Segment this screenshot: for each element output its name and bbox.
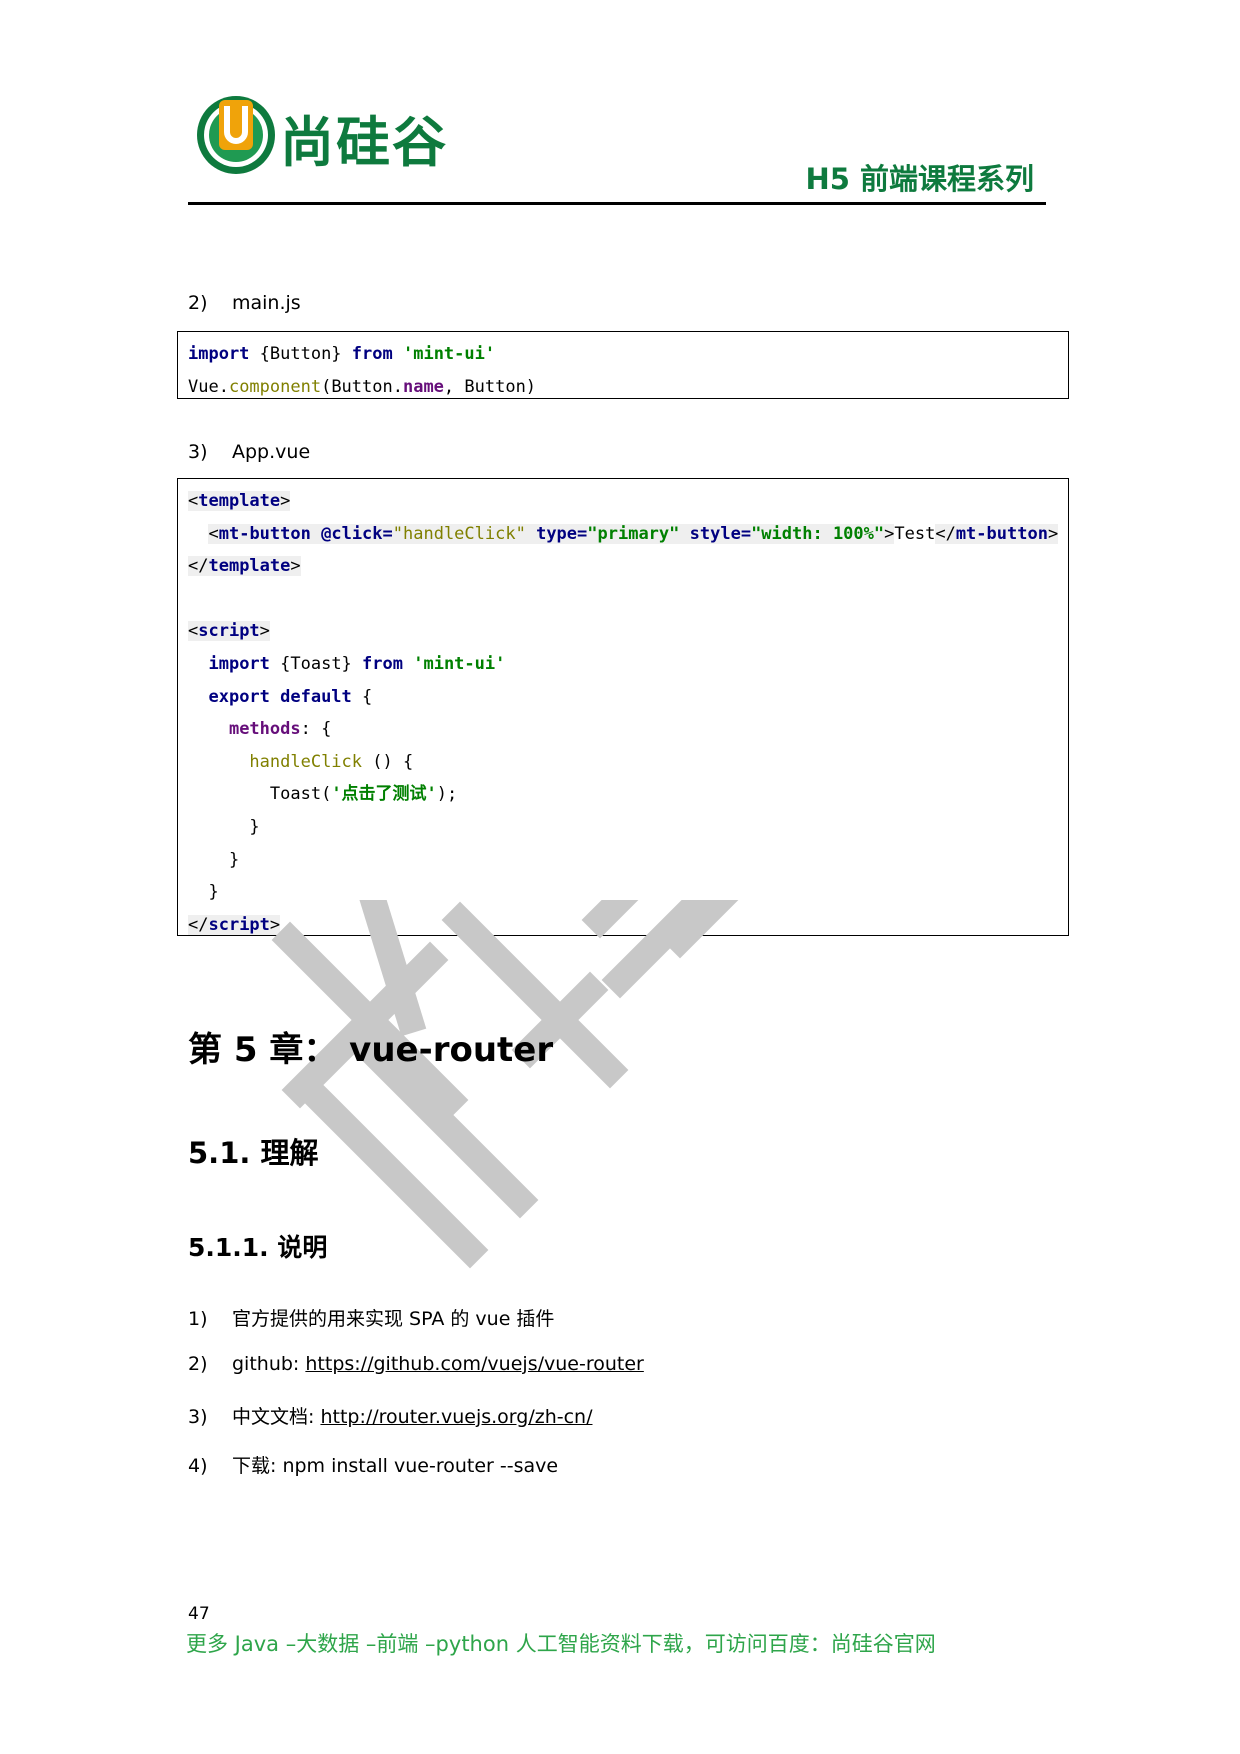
code-line: Toast('点击了测试'); [269,784,458,805]
code-line: methods: { [228,719,332,740]
logo-u-icon [197,96,275,174]
code-line: } [208,882,219,903]
github-link[interactable]: https://github.com/vuejs/vue-router [305,1353,643,1375]
list-item: 4) 下载: npm install vue-router --save [188,1455,559,1477]
code-line: Vue.component(Button.name, Button) [188,376,537,397]
code-line: import {Toast} from 'mint-ui' [208,653,506,674]
code-line: <mt-button @click="handleClick" type="pr… [208,523,1059,544]
series-title: H5 前端课程系列 [805,162,1034,196]
code-block-app-vue: <template> <mt-button @click="handleClic… [177,478,1069,936]
section-label-app-vue: 3) App.vue [188,441,311,463]
header-divider [188,202,1046,205]
list-item: 3) 中文文档: http://router.vuejs.org/zh-cn/ [188,1406,593,1428]
logo: 尚硅谷 [195,92,485,182]
code-line: } [228,849,240,870]
section-label-main-js: 2) main.js [188,292,301,314]
code-line: handleClick () { [249,751,414,772]
chapter-heading: 第 5 章： vue-router [188,1030,554,1070]
list-item: 2) github: https://github.com/vuejs/vue-r… [188,1353,644,1375]
docs-link[interactable]: http://router.vuejs.org/zh-cn/ [320,1406,592,1428]
code-line: export default { [208,686,373,707]
footer-text: 更多 Java –大数据 –前端 –python 人工智能资料下载，可访问百度：… [186,1632,936,1656]
code-line: </template> [188,556,301,577]
code-block-main-js: import {Button} from 'mint-ui' Vue.compo… [177,331,1069,399]
page-number: 47 [188,1604,210,1624]
code-line: import {Button} from 'mint-ui' [188,344,496,364]
code-line: <script> [188,621,270,642]
list-item: 1) 官方提供的用来实现 SPA 的 vue 插件 [188,1308,555,1330]
subsection-heading: 5.1.1. 说明 [188,1233,328,1262]
code-line: } [249,816,260,837]
section-heading: 5.1. 理解 [188,1136,319,1170]
code-line: <template> [188,491,291,511]
watermark [271,900,739,1269]
code-line: </script> [188,914,281,935]
logo-text: 尚硅谷 [280,111,448,174]
